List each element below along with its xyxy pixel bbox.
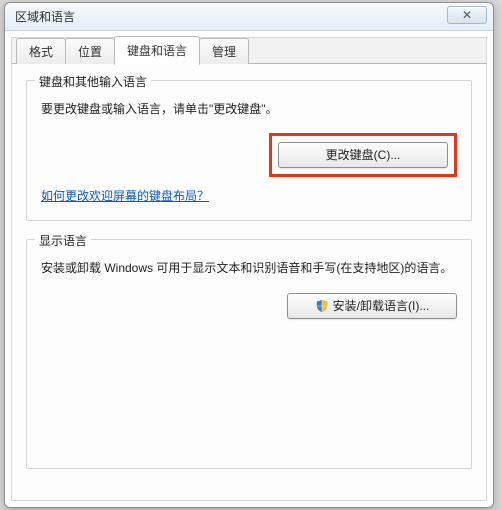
tab-label: 键盘和语言 <box>127 44 187 58</box>
group-display-language: 显示语言 安装或卸载 Windows 可用于显示文本和识别语音和手写(在支持地区… <box>26 239 472 469</box>
titlebar: 区域和语言 ✕ <box>5 3 493 31</box>
window-title: 区域和语言 <box>15 8 75 25</box>
tab-format[interactable]: 格式 <box>16 38 66 64</box>
tab-label: 位置 <box>78 45 102 59</box>
group-keyboard-title: 键盘和其他输入语言 <box>35 73 151 90</box>
tab-strip: 格式 位置 键盘和语言 管理 <box>12 38 486 64</box>
tab-label: 格式 <box>29 45 53 59</box>
close-icon: ✕ <box>462 8 472 22</box>
tab-label: 管理 <box>212 45 236 59</box>
shield-icon <box>315 297 329 311</box>
tab-keyboard-language[interactable]: 键盘和语言 <box>114 36 200 65</box>
group-display-desc: 安装或卸载 Windows 可用于显示文本和识别语音和手写(在支持地区)的语言。 <box>41 258 457 278</box>
welcome-screen-layout-link[interactable]: 如何更改欢迎屏幕的键盘布局？ <box>41 189 209 203</box>
install-uninstall-language-button[interactable]: 安装/卸载语言(I)... <box>287 293 457 319</box>
region-language-dialog: 区域和语言 ✕ 格式 位置 键盘和语言 管理 键盘和其他输入语言 要更改键盘或输… <box>4 2 494 508</box>
tab-body: 键盘和其他输入语言 要更改键盘或输入语言，请单击"更改键盘"。 更改键盘(C).… <box>12 64 486 503</box>
tab-administrative[interactable]: 管理 <box>199 38 249 64</box>
change-keyboard-button[interactable]: 更改键盘(C)... <box>278 142 448 168</box>
close-button[interactable]: ✕ <box>447 6 487 24</box>
group-keyboard-desc: 要更改键盘或输入语言，请单击"更改键盘"。 <box>41 99 457 119</box>
install-lang-row: 安装/卸载语言(I)... <box>41 293 457 319</box>
client-area: 格式 位置 键盘和语言 管理 键盘和其他输入语言 要更改键盘或输入语言，请单击"… <box>11 37 487 501</box>
highlight-frame: 更改键盘(C)... <box>269 133 457 177</box>
install-button-label: 安装/卸载语言(I)... <box>333 299 430 313</box>
group-keyboard: 键盘和其他输入语言 要更改键盘或输入语言，请单击"更改键盘"。 更改键盘(C).… <box>26 80 472 221</box>
group-display-title: 显示语言 <box>35 232 91 249</box>
tab-location[interactable]: 位置 <box>65 38 115 64</box>
change-keyboard-row: 更改键盘(C)... <box>41 133 457 177</box>
